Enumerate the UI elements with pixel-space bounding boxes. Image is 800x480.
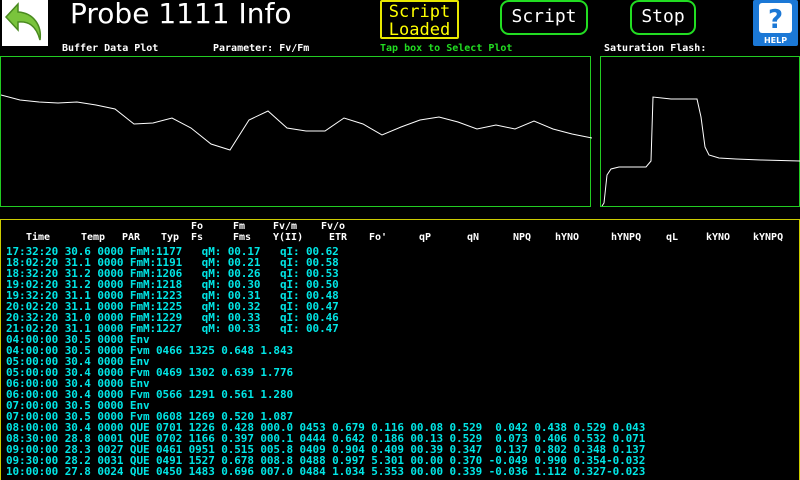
saturation-flash-label: Saturation Flash:: [604, 43, 707, 54]
help-label: HELP: [764, 36, 787, 45]
header-fo-prime: Fo': [369, 232, 388, 243]
stop-button[interactable]: Stop: [630, 0, 696, 35]
header-qp: qP: [419, 232, 432, 243]
header-etr: ETR: [329, 232, 348, 243]
back-arrow-icon: [4, 2, 42, 41]
header-time: Time: [26, 232, 51, 243]
header-yii: Y(II): [273, 232, 304, 243]
header-npq: NPQ: [513, 232, 532, 243]
header-fo: Fo: [191, 221, 204, 232]
header-kynpq: kYNPQ: [753, 232, 784, 243]
script-loaded-line-1: Script: [388, 2, 451, 22]
table-row: 10:00:00 27.8 0024 QUE 0450 1483 0.696 0…: [6, 465, 646, 478]
script-loaded-indicator: Script Loaded: [380, 0, 459, 39]
header-ql: qL: [666, 232, 679, 243]
buffer-plot-line: [0, 94, 593, 151]
saturation-flash-plot[interactable]: [600, 56, 800, 207]
header-fm: Fm: [233, 221, 246, 232]
parameter-label: Parameter: Fv/Fm: [213, 43, 310, 54]
script-loaded-line-2: Loaded: [388, 20, 451, 40]
header-fvo: Fv/o: [321, 221, 346, 232]
script-button[interactable]: Script: [500, 0, 588, 35]
saturation-plot-svg: [601, 96, 800, 207]
buffer-plot-label: Buffer Data Plot: [62, 43, 159, 54]
svg-text:?: ?: [768, 5, 783, 35]
header-temp: Temp: [81, 232, 106, 243]
header-fs: Fs: [191, 232, 204, 243]
header-hyno: hYNO: [555, 232, 580, 243]
saturation-plot-line: [601, 96, 800, 207]
header-qn: qN: [467, 232, 480, 243]
header-typ: Typ: [161, 232, 180, 243]
header-par: PAR: [122, 232, 141, 243]
buffer-plot-svg: [0, 94, 593, 151]
buffer-data-plot[interactable]: [0, 56, 593, 207]
tap-hint-label: Tap box to Select Plot: [380, 43, 513, 54]
help-icon: ? HELP: [759, 3, 792, 45]
header-hynpq: hYNPQ: [611, 232, 642, 243]
help-button[interactable]: ? HELP: [753, 0, 798, 46]
page-title: Probe 1111 Info: [70, 0, 292, 30]
header-fms: Fms: [233, 232, 252, 243]
back-button[interactable]: [2, 0, 48, 46]
header-fvm: Fv/m: [273, 221, 298, 232]
header-kyno: kYNO: [706, 232, 731, 243]
